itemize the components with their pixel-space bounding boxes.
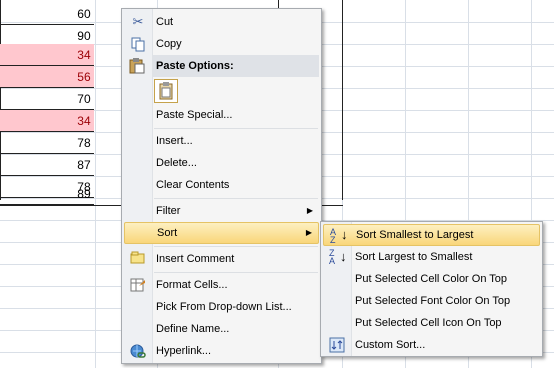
menu-item-copy[interactable]: Copy (124, 33, 319, 55)
cell-text: 70 (77, 92, 91, 106)
sort-arrow-icon: ↓ (341, 227, 348, 242)
submenu-arrow-icon: ▶ (305, 228, 312, 237)
menu-item-cell-icon-top[interactable]: Put Selected Cell Icon On Top (323, 312, 540, 334)
menu-item-label: Copy (156, 38, 182, 50)
scissors-icon: ✂ (132, 14, 144, 29)
menu-item-label: Delete... (156, 157, 197, 169)
menu-item-label: Format Cells... (156, 279, 228, 291)
menu-separator (154, 198, 318, 199)
menu-item-font-color-top[interactable]: Put Selected Font Color On Top (323, 290, 540, 312)
menu-item-label: Sort Largest to Smallest (355, 251, 473, 263)
cell-text: 89 (77, 187, 91, 201)
cell-value[interactable]: 70 (0, 88, 94, 110)
cell-value[interactable]: 87 (0, 154, 94, 176)
menu-item-define-name[interactable]: Define Name... (124, 318, 319, 340)
menu-item-label: Put Selected Font Color On Top (355, 295, 511, 307)
sort-submenu: AZ ↓ Sort Smallest to Largest ZA ↓ Sort … (320, 221, 543, 357)
menu-header-label: Paste Options: (156, 60, 234, 72)
cell-text: 34 (77, 48, 91, 62)
menu-item-pick-dropdown[interactable]: Pick From Drop-down List... (124, 296, 319, 318)
menu-item-label: Paste Special... (156, 109, 233, 121)
cell-text: 56 (77, 70, 91, 84)
menu-item-paste-special[interactable]: Paste Special... (124, 104, 319, 126)
cell-value[interactable]: 60 (0, 3, 94, 25)
menu-item-sort-descending[interactable]: ZA ↓ Sort Largest to Smallest (323, 246, 540, 268)
menu-item-label: Sort Smallest to Largest (356, 229, 474, 241)
menu-item-label: Filter (156, 205, 181, 217)
custom-sort-icon (329, 337, 345, 353)
cell-text: 78 (77, 136, 91, 150)
menu-item-insert[interactable]: Insert... (124, 130, 319, 152)
menu-item-format-cells[interactable]: Format Cells... (124, 274, 319, 296)
cell-value[interactable]: 78 (0, 132, 94, 154)
menu-item-label: Insert Comment (156, 253, 235, 265)
cell-value[interactable]: 34 (0, 44, 94, 66)
menu-item-label: Put Selected Cell Color On Top (355, 273, 508, 285)
menu-separator (154, 128, 318, 129)
cell-text: 34 (77, 114, 91, 128)
menu-item-sort-ascending[interactable]: AZ ↓ Sort Smallest to Largest (323, 224, 540, 246)
cell-value[interactable]: 56 (0, 66, 94, 88)
menu-item-filter[interactable]: Filter ▶ (124, 200, 319, 222)
menu-item-hyperlink[interactable]: Hyperlink... (124, 340, 319, 362)
submenu-arrow-icon: ▶ (306, 206, 313, 215)
menu-item-clear-contents[interactable]: Clear Contents (124, 174, 319, 196)
context-menu: ✂ Cut Copy Paste Options: Paste Special.… (121, 8, 322, 364)
cell-value[interactable]: 34 (0, 110, 94, 132)
paste-button[interactable] (154, 79, 178, 103)
menu-item-cut[interactable]: ✂ Cut (124, 11, 319, 33)
cell-text: 60 (77, 7, 91, 21)
cell-text: 90 (77, 29, 91, 43)
cell-text: 87 (77, 158, 91, 172)
menu-item-label: Cut (156, 16, 174, 28)
cell-border (342, 0, 343, 200)
menu-item-custom-sort[interactable]: Custom Sort... (323, 334, 540, 356)
format-cells-icon (130, 277, 146, 293)
menu-item-label: Pick From Drop-down List... (156, 301, 292, 313)
menu-item-label: Insert... (156, 135, 193, 147)
menu-item-insert-comment[interactable]: Insert Comment (124, 248, 319, 270)
menu-item-cell-color-top[interactable]: Put Selected Cell Color On Top (323, 268, 540, 290)
menu-item-label: Clear Contents (156, 179, 230, 191)
menu-item-label: Hyperlink... (156, 345, 212, 357)
copy-icon (130, 36, 146, 52)
paste-options-header: Paste Options: (153, 55, 319, 77)
menu-separator (154, 272, 318, 273)
hyperlink-icon (130, 343, 146, 359)
cell-value[interactable]: 89 (0, 183, 94, 205)
paste-options-icon (129, 58, 145, 74)
menu-item-label: Define Name... (156, 323, 230, 335)
menu-item-label: Sort (157, 227, 178, 239)
clipboard-icon (159, 82, 173, 100)
menu-item-label: Put Selected Cell Icon On Top (355, 317, 502, 329)
menu-item-sort[interactable]: Sort ▶ (124, 222, 319, 244)
sort-arrow-icon: ↓ (340, 249, 347, 264)
grid-line (95, 0, 96, 368)
comment-icon (130, 251, 146, 267)
menu-separator (154, 246, 318, 247)
menu-item-delete[interactable]: Delete... (124, 152, 319, 174)
menu-item-label: Custom Sort... (355, 339, 426, 351)
